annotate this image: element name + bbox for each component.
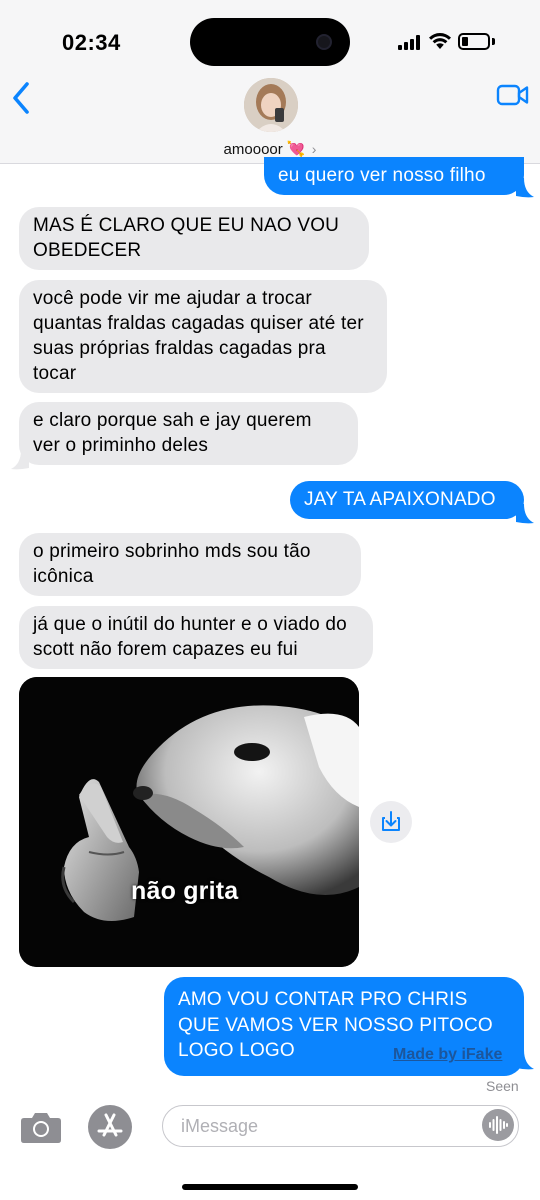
image-caption: não grita: [131, 877, 239, 905]
bubble-tail: [516, 178, 534, 198]
chevron-right-icon: ›: [311, 141, 317, 157]
dog-shush-image: [19, 677, 359, 967]
contact-name-row[interactable]: amoooor 💘 ›: [0, 140, 540, 158]
watermark: Made by iFake: [393, 1046, 503, 1063]
message-bubble-received[interactable]: e claro porque sah e jay querem ver o pr…: [19, 402, 358, 465]
status-time: 02:34: [62, 30, 121, 55]
download-icon: [382, 811, 400, 831]
audio-record-button[interactable]: [482, 1109, 514, 1141]
app-store-button[interactable]: [88, 1105, 132, 1149]
battery-tip: [492, 38, 495, 45]
video-camera-icon[interactable]: [496, 82, 530, 108]
battery-level: [462, 37, 468, 46]
dynamic-island: [190, 18, 350, 66]
battery-icon: [458, 33, 490, 50]
read-receipt: Seen: [486, 1078, 519, 1094]
message-bubble-sent[interactable]: eu quero ver nosso filho: [264, 157, 524, 195]
bubble-tail: [516, 504, 534, 524]
conversation-header: amoooor 💘 ›: [0, 78, 540, 164]
message-bubble-received[interactable]: MAS É CLARO QUE EU NAO VOU OBEDECER: [19, 207, 369, 270]
message-input[interactable]: iMessage: [162, 1105, 519, 1147]
avatar-photo: [244, 78, 298, 132]
contact-name: amoooor: [223, 141, 283, 158]
composer-bar: iMessage: [0, 1096, 540, 1200]
home-indicator: [182, 1184, 358, 1190]
front-camera-icon: [316, 34, 332, 50]
message-bubble-received[interactable]: o primeiro sobrinho mds sou tão icônica: [19, 533, 361, 596]
image-message[interactable]: não grita: [19, 677, 359, 967]
bubble-tail: [516, 1050, 534, 1070]
avatar[interactable]: [244, 78, 298, 132]
cellular-signal-icon: [398, 34, 424, 50]
bubble-tail: [11, 450, 29, 470]
status-bar: 02:34: [0, 0, 540, 80]
message-input-placeholder: iMessage: [181, 1116, 259, 1136]
save-image-button[interactable]: [370, 801, 412, 843]
message-bubble-received[interactable]: você pode vir me ajudar a trocar quantas…: [19, 280, 387, 393]
audio-waveform-icon: [489, 1116, 508, 1134]
chevron-left-icon[interactable]: [10, 80, 32, 116]
message-bubble-received[interactable]: já que o inútil do hunter e o viado do s…: [19, 606, 373, 669]
heart-icon: 💘: [286, 141, 306, 158]
camera-icon[interactable]: [20, 1110, 62, 1144]
message-bubble-sent[interactable]: JAY TA APAIXONADO: [290, 481, 524, 519]
app-store-icon: [97, 1113, 123, 1137]
wifi-icon: [429, 33, 451, 49]
